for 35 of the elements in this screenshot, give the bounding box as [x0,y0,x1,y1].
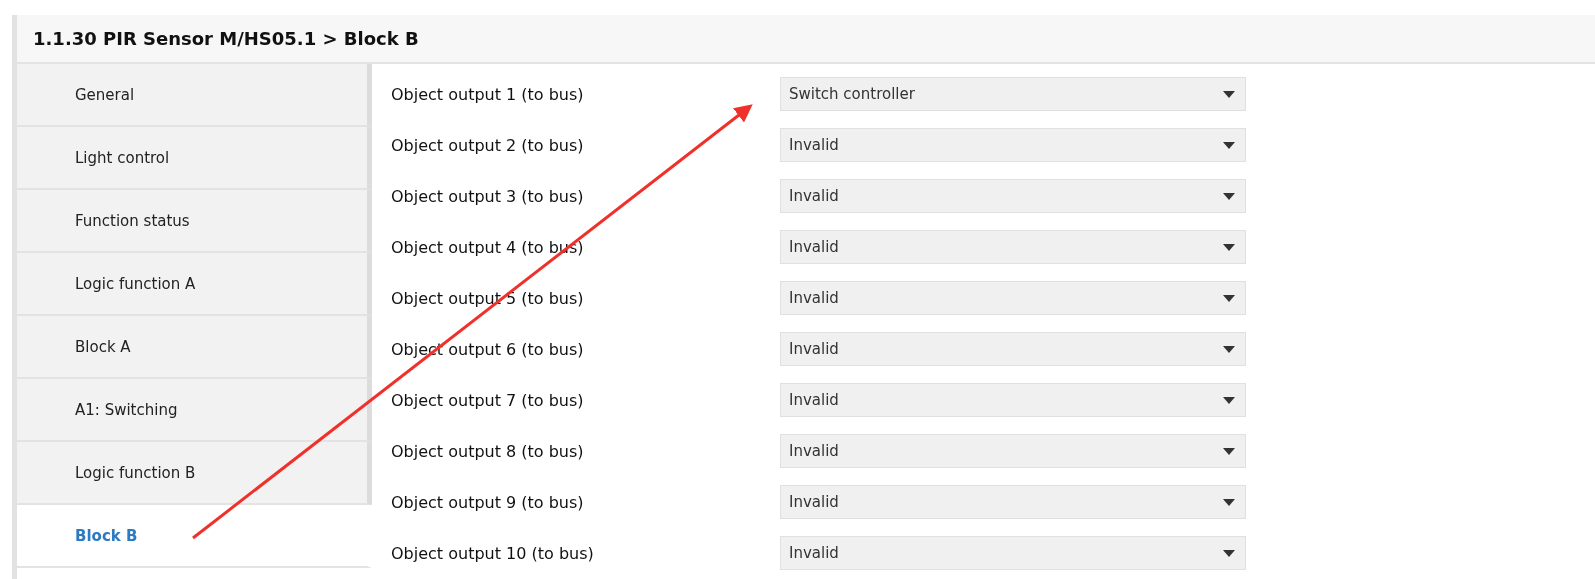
dropdown[interactable]: Invalid [780,536,1246,570]
dropdown[interactable]: Invalid [780,179,1246,213]
caret-icon [1223,498,1235,506]
parameter-label: Object output 2 (to bus) [391,135,585,155]
dropdown[interactable]: Invalid [780,383,1246,417]
dropdown[interactable]: Invalid [780,434,1246,468]
caret-icon [1223,345,1235,353]
caret-icon [1223,141,1235,149]
caret-icon [1223,243,1235,251]
parameter-label: Object output 8 (to bus) [391,441,585,461]
caret-icon [1223,396,1235,404]
sidebar-item[interactable]: General [17,64,372,127]
sidebar-item[interactable]: Light control [17,127,372,190]
dropdown[interactable]: Invalid [780,230,1246,264]
sidebar-item[interactable]: Block A [17,316,372,379]
parameter-label: Object output 1 (to bus) [391,84,585,104]
dropdown[interactable]: Invalid [780,128,1246,162]
dropdown[interactable]: Switch controller [780,77,1246,111]
page-title: 1.1.30 PIR Sensor M/HS05.1 > Block B [33,28,419,49]
caret-icon [1223,549,1235,557]
dropdown[interactable]: Invalid [780,281,1246,315]
parameter-label: Object output 7 (to bus) [391,390,585,410]
caret-icon [1223,192,1235,200]
parameter-label: Object output 9 (to bus) [391,492,585,512]
caret-icon [1223,90,1235,98]
parameter-label: Object output 10 (to bus) [391,543,595,563]
sidebar-item[interactable]: Logic function A [17,253,372,316]
caret-icon [1223,294,1235,302]
dropdown[interactable]: Invalid [780,485,1246,519]
sidebar-item[interactable]: A1: Switching [17,379,372,442]
sidebar-item[interactable]: Function status [17,190,372,253]
caret-icon [1223,447,1235,455]
sidebar-item[interactable]: Logic function B [17,442,372,505]
parameter-label: Object output 3 (to bus) [391,186,585,206]
dropdown[interactable]: Invalid [780,332,1246,366]
